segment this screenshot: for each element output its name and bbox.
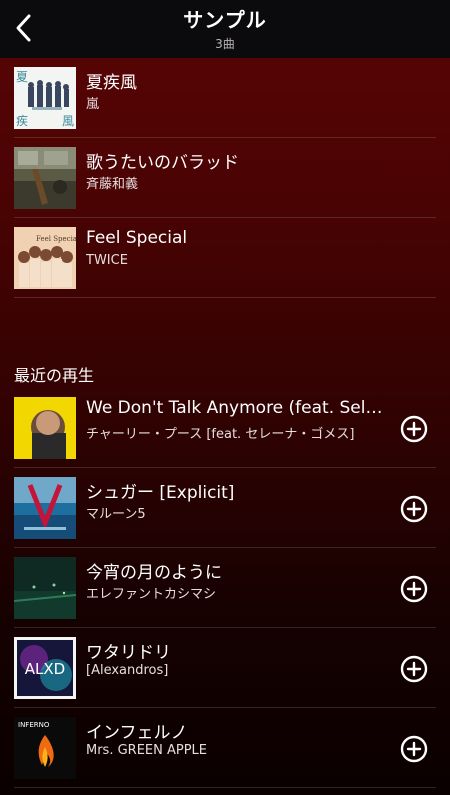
track-title: 歌うたいのバラッド [86,153,239,173]
recent-track-row[interactable]: シュガー [Explicit] マルーン5 [14,468,436,548]
plus-circle-icon [400,735,428,763]
track-title: Feel Special [86,228,188,248]
album-art [14,477,76,539]
recent-track-row[interactable]: 今宵の月のように エレファントカシマシ [14,548,436,628]
album-art: 夏 疾 風 [14,67,76,129]
playlist-track-row[interactable]: Feel Special Feel Special TWICE [14,218,436,298]
album-art [14,557,76,619]
add-button[interactable] [400,495,428,523]
plus-circle-icon [400,415,428,443]
album-art-text: Feel Special [36,235,76,243]
recent-section-heading: 最近の再生 [14,366,95,385]
album-art-text: 夏 [16,70,28,84]
track-title: 夏疾風 [86,73,137,93]
track-artist: 嵐 [86,97,100,112]
album-art [14,397,76,459]
track-artist: 斉藤和義 [86,177,139,192]
album-art: Feel Special [14,227,76,289]
add-button[interactable] [400,575,428,603]
track-title: We Don't Talk Anymore (feat. Selen... [86,398,386,418]
track-title: 今宵の月のように [86,563,222,583]
add-button[interactable] [400,735,428,763]
track-title: インフェルノ [86,723,188,743]
plus-circle-icon [400,575,428,603]
track-artist: マルーン5 [86,507,146,522]
page-title: サンプル [183,8,267,32]
album-art-text: 疾 [16,113,28,128]
album-art: INFERNO [14,717,76,779]
track-title: シュガー [Explicit] [86,483,235,503]
add-button[interactable] [400,415,428,443]
recent-track-row[interactable]: ALXD ワタリドリ [Alexandros] [14,628,436,708]
album-art-text: INFERNO [18,721,50,729]
plus-circle-icon [400,495,428,523]
playlist-track-row[interactable]: 歌うたいのバラッド 斉藤和義 [14,138,436,218]
track-artist: エレファントカシマシ [86,587,217,602]
album-art [14,147,76,209]
album-art-text: ALXD [25,660,65,678]
track-artist: TWICE [86,253,128,268]
recent-track-row[interactable]: We Don't Talk Anymore (feat. Selen... チャ… [14,388,436,468]
track-title: ワタリドリ [86,643,171,663]
album-art: ALXD [14,637,76,699]
album-art-text: 風 [62,114,74,128]
plus-circle-icon [400,655,428,683]
header: サンプル 3曲 [0,0,450,58]
track-artist: チャーリー・プース [feat. セレーナ・ゴメス] [86,427,355,442]
recent-track-row[interactable]: INFERNO インフェルノ Mrs. GREEN APPLE [14,708,436,788]
playlist-track-row[interactable]: 夏 疾 風 夏疾風 嵐 [14,58,436,138]
add-button[interactable] [400,655,428,683]
track-count: 3曲 [215,37,235,51]
track-artist: Mrs. GREEN APPLE [86,743,208,758]
track-artist: [Alexandros] [86,663,169,678]
screen: サンプル 3曲 夏 疾 風 夏疾風 嵐 歌うたいのバラッド 斉藤和義 Feel … [0,0,450,795]
